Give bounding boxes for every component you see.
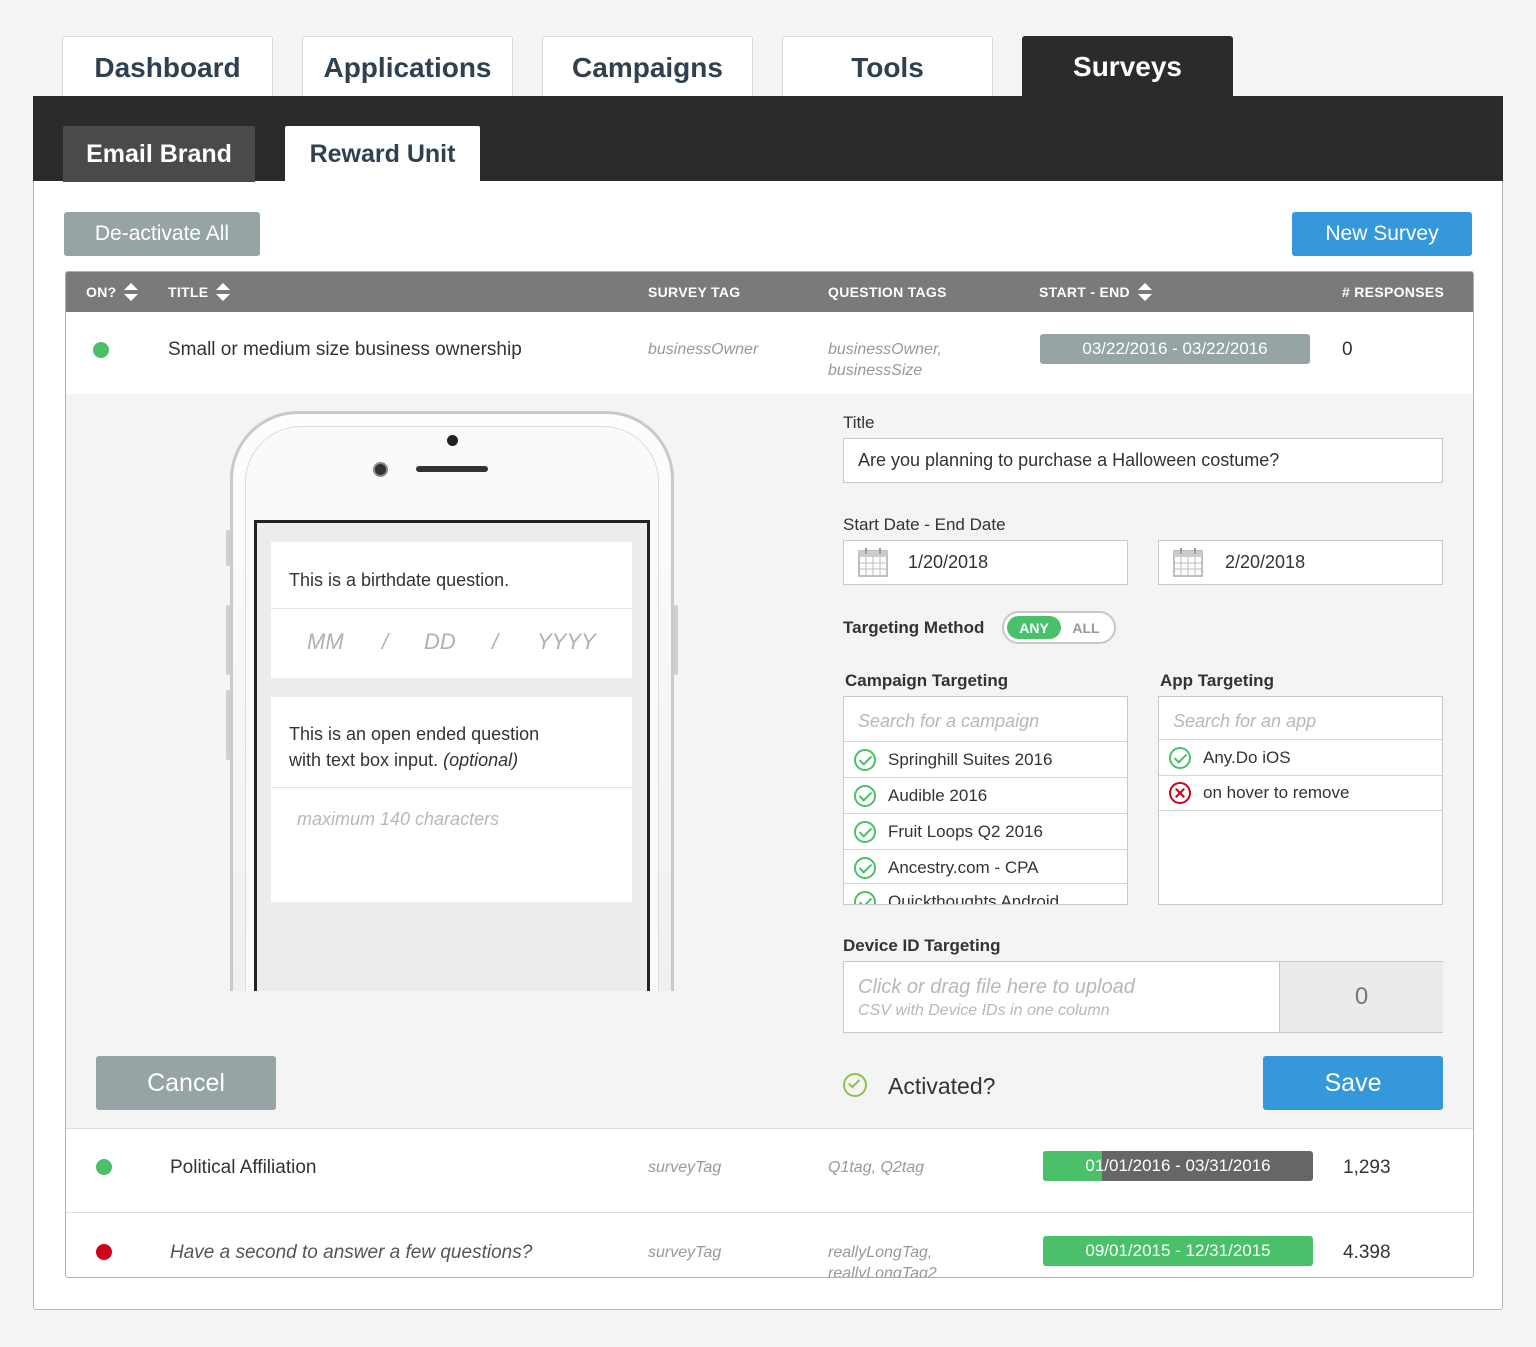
date-range-pill: 09/01/2015 - 12/31/2015 <box>1043 1236 1313 1266</box>
check-circle-icon <box>854 748 876 771</box>
targeting-method-toggle[interactable]: ANY ALL <box>1002 611 1116 644</box>
status-dot <box>96 1244 112 1260</box>
status-dot <box>93 342 109 358</box>
device-id-upload[interactable]: Click or drag file here to upload CSV wi… <box>843 961 1443 1033</box>
question-text: This is a birthdate question. <box>289 570 510 590</box>
survey-title: Small or medium size business ownership <box>168 339 522 360</box>
survey-title: Political Affiliation <box>170 1157 317 1178</box>
check-circle-icon <box>854 784 876 807</box>
year-input[interactable]: YYYY <box>537 629 596 655</box>
question-tags: businessSize <box>828 362 923 379</box>
date-range-pill: 03/22/2016 - 03/22/2016 <box>1040 334 1310 364</box>
birthdate-question-card: This is a birthdate question. MM / DD / … <box>271 542 632 678</box>
phone-sensor-icon <box>447 435 458 446</box>
question-tags: Q1tag, Q2tag <box>828 1159 925 1176</box>
toggle-any[interactable]: ANY <box>1007 616 1061 639</box>
end-date-input[interactable]: 2/20/2018 <box>1158 540 1443 585</box>
toggle-all[interactable]: ALL <box>1066 616 1106 639</box>
subtab-email-brand[interactable]: Email Brand <box>63 126 255 182</box>
title-label: Title <box>843 413 875 432</box>
tab-applications[interactable]: Applications <box>302 36 513 98</box>
day-input[interactable]: DD <box>424 629 456 655</box>
response-count: 0 <box>1342 339 1353 360</box>
response-count: 4.398 <box>1343 1242 1391 1263</box>
th-title[interactable]: TITLE <box>168 272 231 312</box>
title-input[interactable]: Are you planning to purchase a Halloween… <box>843 438 1443 483</box>
sort-icon[interactable] <box>216 283 231 301</box>
app-targeting-label: App Targeting <box>1160 671 1274 690</box>
survey-title: Have a second to answer a few questions? <box>170 1242 533 1263</box>
tab-dashboard[interactable]: Dashboard <box>62 36 273 98</box>
response-count: 1,293 <box>1343 1157 1391 1178</box>
subtab-reward-unit[interactable]: Reward Unit <box>285 126 480 182</box>
open-answer-textarea[interactable]: maximum 140 characters <box>297 809 499 830</box>
th-question-tags: QUESTION TAGS <box>828 284 947 300</box>
survey-tag: surveyTag <box>648 1244 722 1261</box>
tab-tools[interactable]: Tools <box>782 36 993 98</box>
dates-label: Start Date - End Date <box>843 515 1006 534</box>
deactivate-all-button[interactable]: De-activate All <box>64 212 260 256</box>
campaign-search-input[interactable]: Search for a campaign <box>858 711 1039 732</box>
app-targeting-list: Search for an app Any.Do iOS on hover to… <box>1158 696 1443 905</box>
tab-surveys[interactable]: Surveys <box>1022 36 1233 97</box>
question-tags: reallyLongTag, <box>828 1244 933 1261</box>
check-circle-icon <box>854 856 876 879</box>
list-item[interactable]: on hover to remove <box>1159 775 1442 811</box>
remove-circle-icon[interactable] <box>1169 782 1191 804</box>
device-id-count: 0 <box>1279 962 1443 1032</box>
calendar-icon[interactable] <box>858 547 888 577</box>
list-item[interactable]: Any.Do iOS <box>1159 739 1442 775</box>
th-on[interactable]: ON? <box>86 272 139 312</box>
survey-tag: businessOwner <box>648 341 759 358</box>
table-header: ON? TITLE SURVEY TAG QUESTION TAGS START… <box>66 272 1473 312</box>
survey-tag: surveyTag <box>648 1159 722 1176</box>
sort-icon[interactable] <box>124 283 139 301</box>
activated-checkbox[interactable] <box>843 1073 867 1097</box>
check-circle-icon <box>854 820 876 843</box>
list-item[interactable]: Audible 2016 <box>844 777 1127 813</box>
phone-camera-icon <box>373 462 388 477</box>
open-question-card: This is an open ended question with text… <box>271 697 632 902</box>
device-id-label: Device ID Targeting <box>843 936 1001 955</box>
save-button[interactable]: Save <box>1263 1056 1443 1110</box>
check-circle-icon <box>854 890 876 904</box>
targeting-method-label: Targeting Method <box>843 618 985 637</box>
new-survey-button[interactable]: New Survey <box>1292 212 1472 256</box>
start-date-input[interactable]: 1/20/2018 <box>843 540 1128 585</box>
list-item[interactable]: Springhill Suites 2016 <box>844 741 1127 777</box>
question-tags: businessOwner, <box>828 341 942 358</box>
app-search-input[interactable]: Search for an app <box>1173 711 1316 732</box>
th-responses: # RESPONSES <box>1342 284 1445 300</box>
check-icon <box>847 1076 861 1089</box>
campaign-targeting-label: Campaign Targeting <box>845 671 1009 690</box>
tab-campaigns[interactable]: Campaigns <box>542 36 753 98</box>
sort-icon[interactable] <box>1137 283 1152 301</box>
th-start-end[interactable]: START - END <box>1039 272 1152 312</box>
question-text: This is an open ended question with text… <box>289 724 540 770</box>
cancel-button[interactable]: Cancel <box>96 1056 276 1110</box>
status-dot <box>96 1159 112 1175</box>
date-range-pill: 01/01/2016 - 03/31/2016 <box>1043 1151 1313 1181</box>
th-survey-tag: SURVEY TAG <box>648 284 741 300</box>
month-input[interactable]: MM <box>307 629 344 655</box>
check-circle-icon <box>1169 746 1191 769</box>
list-item[interactable]: Ancestry.com - CPA <box>844 849 1127 885</box>
calendar-icon[interactable] <box>1173 547 1203 577</box>
list-item[interactable]: Fruit Loops Q2 2016 <box>844 813 1127 849</box>
phone-speaker-icon <box>416 466 488 472</box>
activated-label: Activated? <box>888 1073 996 1099</box>
question-tags: reallyLongTag2 <box>828 1265 937 1278</box>
list-item[interactable]: Quickthoughts Android <box>844 883 1127 904</box>
campaign-targeting-list: Search for a campaign Springhill Suites … <box>843 696 1128 905</box>
